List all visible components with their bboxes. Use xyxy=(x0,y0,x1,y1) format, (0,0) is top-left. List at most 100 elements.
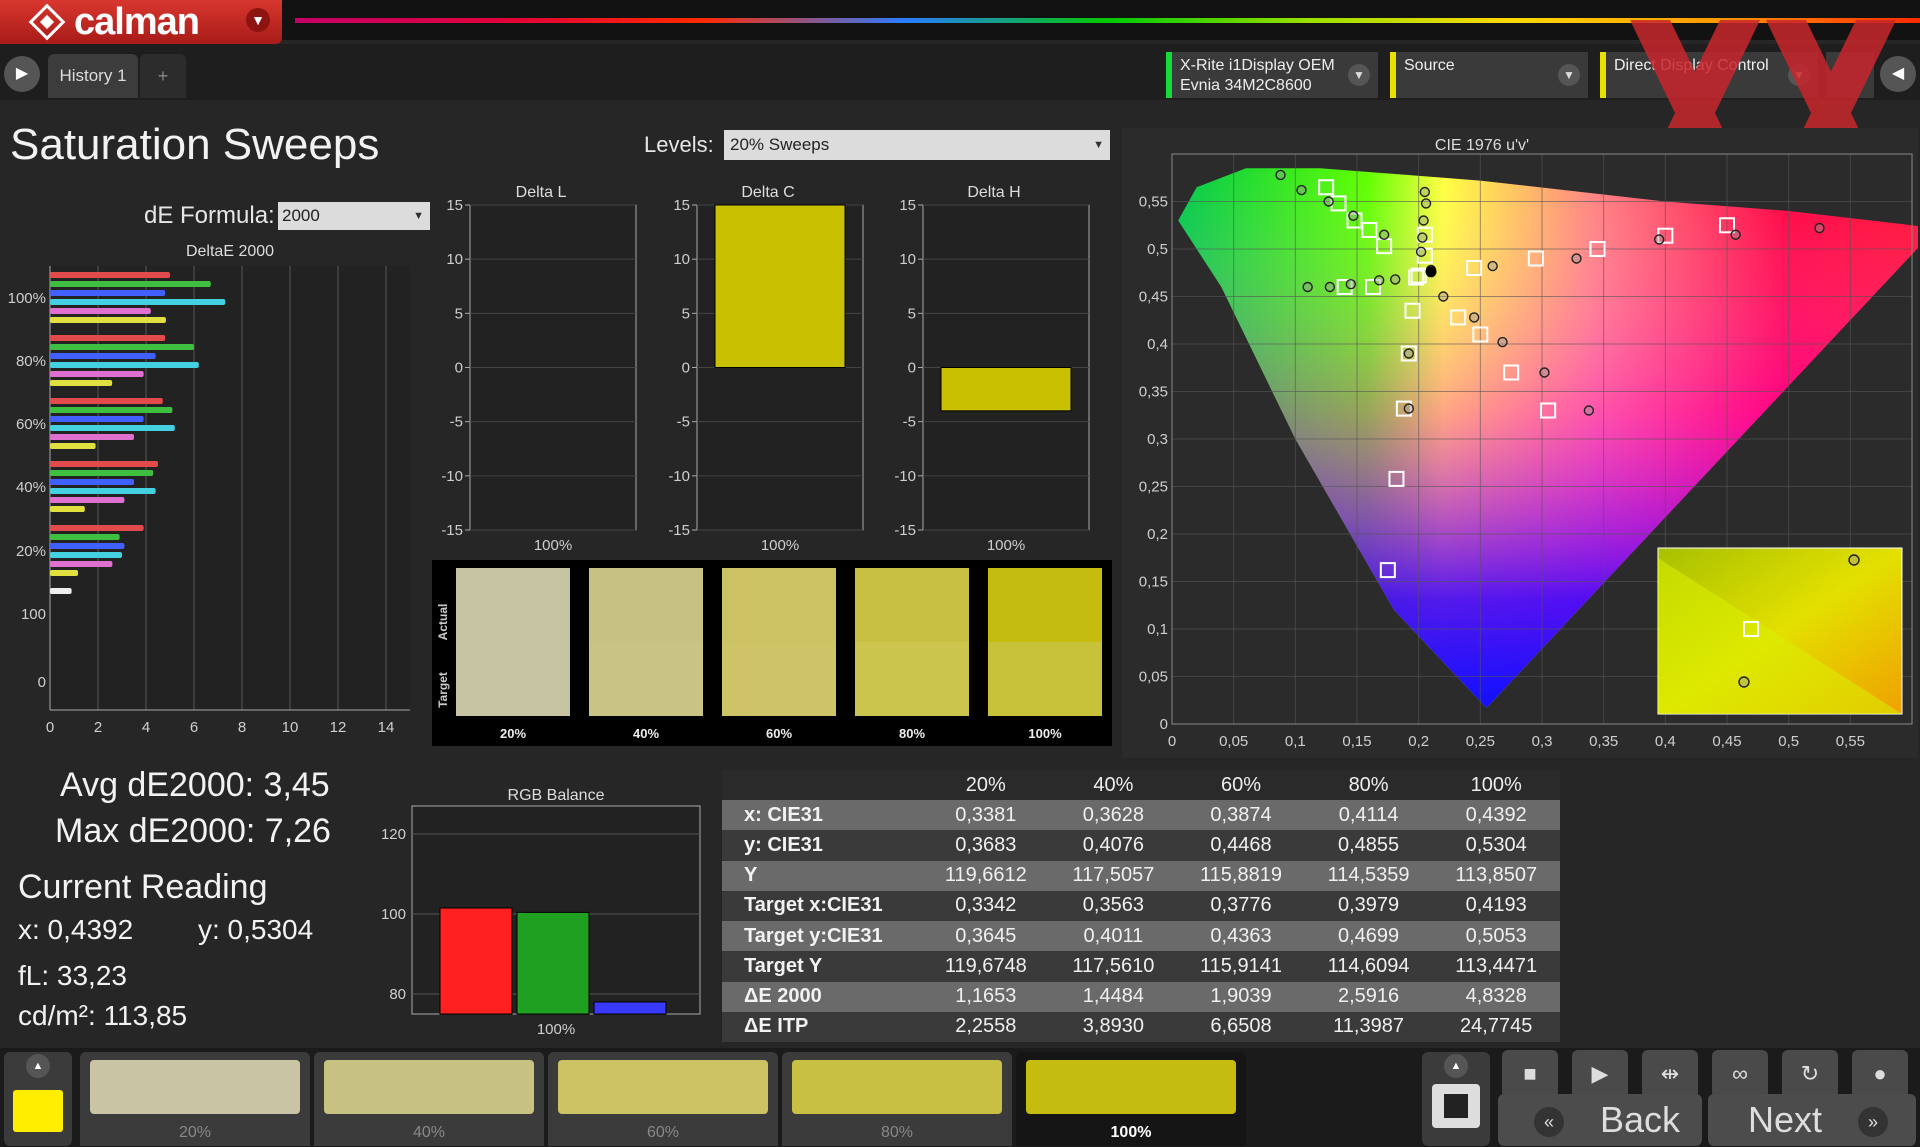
patch-swatch-40pct[interactable]: 40% xyxy=(314,1052,544,1146)
table-cell: 117,5057 xyxy=(1049,860,1178,891)
current-x: x: 0,4392 xyxy=(18,914,134,945)
y-label: 100% xyxy=(8,290,46,307)
table-cell: 0,4468 xyxy=(1177,830,1305,861)
x-tick-label: 0,35 xyxy=(1589,733,1618,750)
delta-lch-charts: Delta L 15 10 5 0 -5 -10 -15 100% Delta C 15 10 5 0 -5… xyxy=(441,184,1090,554)
expand-up-icon[interactable]: ▲ xyxy=(1444,1054,1468,1078)
deltae-bar xyxy=(50,534,120,540)
table-cell: 114,6094 xyxy=(1304,951,1433,982)
table-cell: 1,4484 xyxy=(1049,981,1178,1012)
x-tick-label: 0,4 xyxy=(1655,733,1676,750)
y-tick-label: 0,45 xyxy=(1139,289,1168,306)
chevron-down-icon: ▼ xyxy=(1348,64,1370,86)
table-cell: 117,5610 xyxy=(1049,951,1178,982)
deltae-bar xyxy=(50,570,79,576)
stop-button[interactable] xyxy=(1432,1084,1480,1128)
patch-swatch-100pct[interactable]: 100% xyxy=(1016,1052,1246,1146)
expand-up-icon[interactable]: ▲ xyxy=(26,1054,50,1078)
next-label: Next xyxy=(1748,1099,1823,1140)
source-device-selector[interactable]: Source ▼ xyxy=(1390,52,1588,98)
table-cell: 6,6508 xyxy=(1177,1011,1305,1042)
deltae-bar xyxy=(50,506,85,512)
y-tick-label: 10 xyxy=(673,251,690,268)
y-tick-label: 0,25 xyxy=(1139,479,1168,496)
table-row: Target y:CIE31 0,3645 0,4011 0,4363 0,4699 0,… xyxy=(722,921,1560,952)
calman-logo[interactable]: calman xyxy=(0,0,282,44)
play-forward-icon[interactable]: ▶ xyxy=(4,56,40,92)
table-cell: 0,4392 xyxy=(1432,800,1560,831)
stop-measure-icon[interactable]: ■ xyxy=(1502,1050,1558,1098)
actual-marker xyxy=(1403,348,1414,359)
tab-history-1[interactable]: History 1 xyxy=(48,54,138,98)
deltae-bar xyxy=(50,281,211,287)
back-button[interactable]: « Back xyxy=(1498,1094,1702,1146)
table-cell: 115,8819 xyxy=(1177,860,1305,891)
actual-marker xyxy=(1415,246,1427,258)
current-cdm2: cd/m²: 113,85 xyxy=(18,1000,188,1031)
target-swatch xyxy=(456,642,570,716)
header-cell xyxy=(722,770,922,801)
deltae-bar xyxy=(50,371,144,377)
y-tick-label: -10 xyxy=(894,468,916,485)
y-tick-label: 0,5 xyxy=(1147,241,1168,258)
actual-marker xyxy=(1468,312,1480,323)
x-tick-label: 8 xyxy=(238,719,246,736)
row-label: Target x:CIE31 xyxy=(722,890,922,922)
levels-dropdown[interactable]: 20% Sweeps ▼ xyxy=(724,130,1110,160)
actual-marker xyxy=(1403,403,1414,414)
delta-bar xyxy=(940,367,1072,412)
x-tick-label: 0,2 xyxy=(1408,733,1429,750)
cie-1976-chart: CIE 1976 u'v' 0 0,05 0,1 0,15 0,2 0,25 0,3 0,35 0… xyxy=(1122,128,1918,758)
deltae-bar xyxy=(50,461,158,467)
deltae-bar xyxy=(50,335,166,341)
record-icon[interactable]: ● xyxy=(1852,1050,1908,1098)
patch-swatch-20pct[interactable]: 20% xyxy=(80,1052,310,1146)
max-de: Max dE2000: 7,26 xyxy=(55,812,331,850)
target-swatch xyxy=(988,642,1102,716)
table-cell: 0,3342 xyxy=(922,890,1050,922)
table-cell: 119,6612 xyxy=(922,860,1050,891)
continuous-loop-icon[interactable]: ∞ xyxy=(1712,1050,1768,1098)
y-tick-label: -5 xyxy=(450,414,463,431)
actual-swatch xyxy=(722,568,836,642)
actual-marker xyxy=(1374,275,1385,286)
patch-swatch-60pct[interactable]: 60% xyxy=(548,1052,778,1146)
table-cell: 113,4471 xyxy=(1432,951,1560,982)
chart-title: RGB Balance xyxy=(508,787,605,804)
table-row: Target Y 119,6748 117,5610 115,9141 114,6094… xyxy=(722,951,1560,982)
y-tick-label: -15 xyxy=(668,522,690,539)
table-cell: 0,4193 xyxy=(1432,890,1560,922)
next-button[interactable]: Next » xyxy=(1708,1094,1916,1146)
x-tick-label: 10 xyxy=(282,719,299,736)
table-header: 20% 40% 60% 80% 100% xyxy=(722,770,1560,801)
x-tick-label: 6 xyxy=(190,719,198,736)
target-swatch xyxy=(589,642,703,716)
meter-device-selector[interactable]: X-Rite i1Display OEM Evnia 34M2C8600 ▼ xyxy=(1166,52,1378,98)
y-tick-label: 120 xyxy=(381,826,406,843)
levels-value: 20% Sweeps xyxy=(730,135,830,154)
current-y: y: 0,5304 xyxy=(198,914,314,945)
deltae-bar xyxy=(50,362,199,368)
x-category-label: 100% xyxy=(534,537,572,554)
refresh-icon[interactable]: ↻ xyxy=(1782,1050,1838,1098)
y-tick-label: 15 xyxy=(446,197,463,214)
page-title: Saturation Sweeps xyxy=(10,120,380,169)
x-tick-label: 0,15 xyxy=(1342,733,1371,750)
deltae-2000-chart: DeltaE 2000 0 2 4 6 8 10 12 14 100% 80% 60% 40% 20% 10… xyxy=(8,243,410,736)
measure-range-icon[interactable]: ⇹ xyxy=(1642,1050,1698,1098)
deltae-bar xyxy=(50,525,144,531)
y-tick-label: 5 xyxy=(455,305,463,322)
patch-swatch-80pct[interactable]: 80% xyxy=(782,1052,1012,1146)
play-measure-icon[interactable]: ▶ xyxy=(1572,1050,1628,1098)
actual-marker xyxy=(1323,196,1334,207)
x-tick-label: 0,45 xyxy=(1712,733,1741,750)
x-tick-label: 2 xyxy=(94,719,102,736)
actual-marker xyxy=(1420,198,1432,209)
table-cell: 0,4114 xyxy=(1304,800,1433,831)
x-tick-label: 0,5 xyxy=(1778,733,1799,750)
add-tab-button[interactable]: + xyxy=(140,54,186,98)
de-formula-dropdown[interactable]: 2000 ▼ xyxy=(278,202,430,230)
app-menu-chevron-icon[interactable]: ▼ xyxy=(246,8,270,32)
dropdown-arrow-icon: ▼ xyxy=(413,210,424,222)
patch-color xyxy=(1026,1060,1236,1114)
